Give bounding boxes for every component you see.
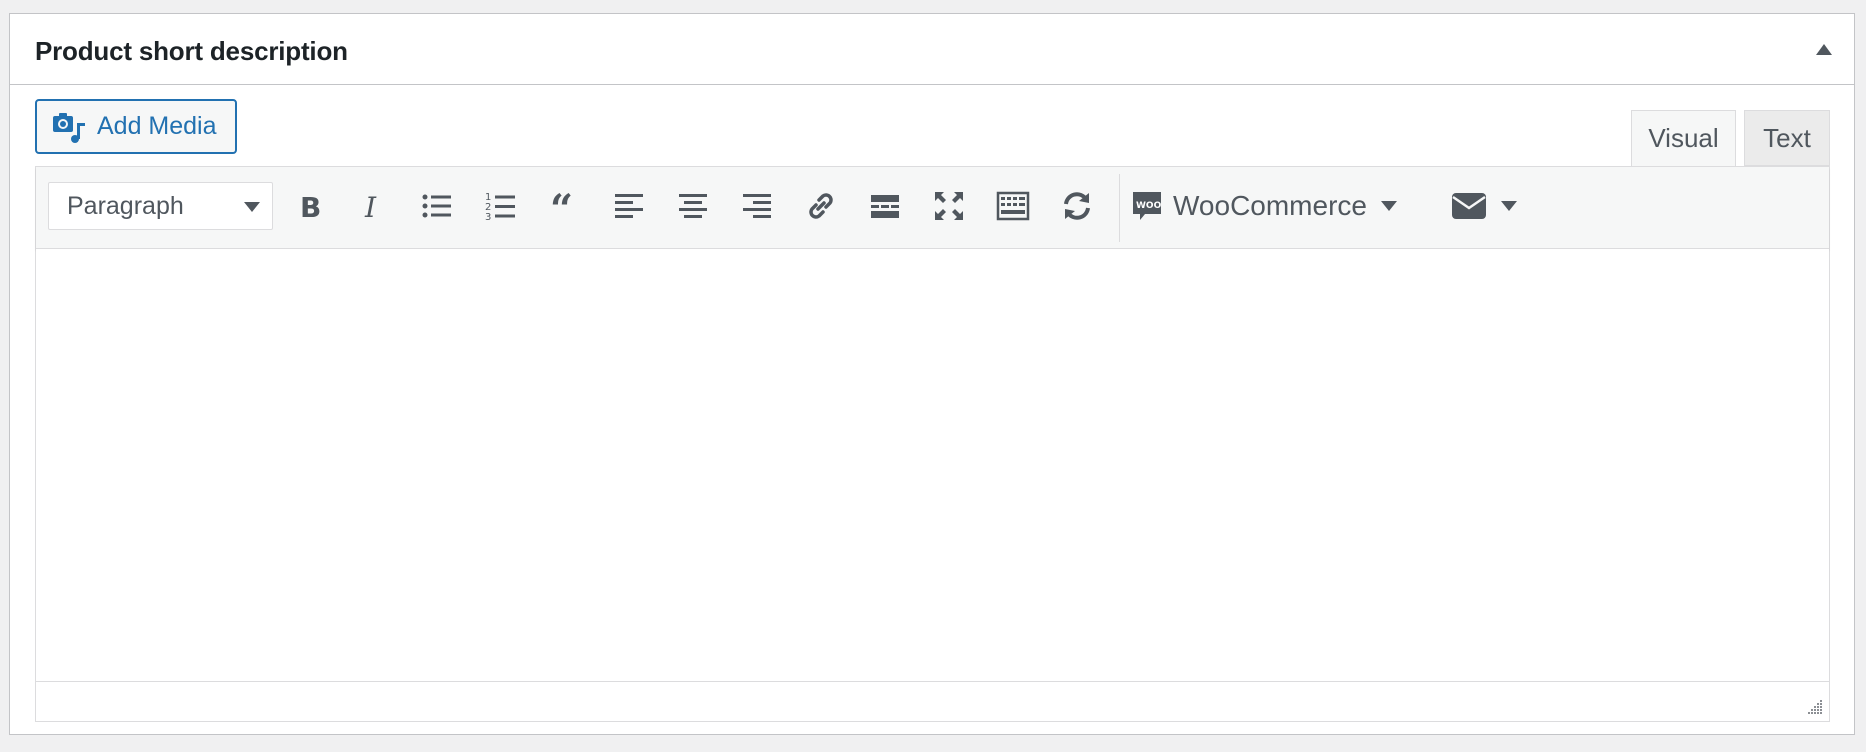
toolbar-separator xyxy=(1119,174,1120,242)
link-icon xyxy=(809,193,833,219)
woocommerce-logo-icon: WOO xyxy=(1133,192,1162,220)
bold-icon: B xyxy=(300,191,321,223)
svg-text:“: “ xyxy=(550,189,573,223)
toolbar-toggle-icon xyxy=(996,191,1030,221)
resize-handle-icon[interactable] xyxy=(1805,697,1823,715)
align-left-button[interactable] xyxy=(605,182,653,230)
align-left-icon xyxy=(615,194,643,218)
read-more-button[interactable] xyxy=(861,182,909,230)
align-center-icon xyxy=(679,194,707,218)
bulleted-list-button[interactable] xyxy=(413,182,461,230)
woocommerce-dropdown[interactable]: WOO WooCommerce xyxy=(1131,182,1397,230)
panel-title: Product short description xyxy=(35,36,348,66)
bold-button[interactable]: B xyxy=(285,182,333,230)
chevron-down-icon xyxy=(1380,201,1397,211)
format-select[interactable]: Paragraph xyxy=(48,182,273,230)
add-media-label: Add Media xyxy=(97,112,217,140)
toolbar-toggle-button[interactable] xyxy=(989,182,1037,230)
envelope-icon xyxy=(1452,193,1486,219)
numbered-list-icon: 1 2 3 xyxy=(485,192,515,223)
add-media-button[interactable]: Add Media xyxy=(35,99,237,154)
woocommerce-label: WooCommerce xyxy=(1173,190,1367,221)
triangle-up-icon[interactable] xyxy=(1816,44,1832,55)
editor-content-area[interactable] xyxy=(36,249,1829,681)
add-media-icon xyxy=(53,112,85,143)
chevron-down-icon xyxy=(1501,201,1517,211)
align-right-icon xyxy=(743,194,771,218)
panel-header: Product short description xyxy=(10,14,1854,85)
align-center-button[interactable] xyxy=(669,182,717,230)
blockquote-button[interactable]: “ xyxy=(541,182,589,230)
refresh-button[interactable] xyxy=(1053,182,1101,230)
svg-text:I: I xyxy=(364,191,377,223)
fullscreen-button[interactable] xyxy=(925,182,973,230)
numbered-list-button[interactable]: 1 2 3 xyxy=(477,182,525,230)
italic-icon: I xyxy=(364,191,377,223)
bulleted-list-icon xyxy=(422,194,451,218)
chevron-down-icon xyxy=(244,202,260,212)
svg-text:WOO: WOO xyxy=(1136,201,1162,211)
tab-text[interactable]: Text xyxy=(1744,110,1830,166)
refresh-icon xyxy=(1064,192,1090,220)
svg-text:B: B xyxy=(300,191,321,223)
tab-visual[interactable]: Visual xyxy=(1631,110,1736,166)
short-description-panel: Product short description Add Media Visu… xyxy=(9,13,1855,735)
editor-statusbar xyxy=(36,681,1829,721)
format-select-value: Paragraph xyxy=(67,191,184,220)
insert-link-button[interactable] xyxy=(797,182,845,230)
align-right-button[interactable] xyxy=(733,182,781,230)
rich-text-editor: Paragraph B I 1 2 3 “ WOO WooCommerce xyxy=(35,166,1830,722)
italic-button[interactable]: I xyxy=(349,182,397,230)
blockquote-icon: “ xyxy=(550,189,573,223)
editor-toolbar: Paragraph B I 1 2 3 “ WOO WooCommerce xyxy=(36,167,1829,249)
fullscreen-icon xyxy=(935,192,963,220)
mail-dropdown[interactable] xyxy=(1451,182,1517,230)
read-more-icon xyxy=(871,195,899,218)
svg-text:3: 3 xyxy=(485,212,491,223)
